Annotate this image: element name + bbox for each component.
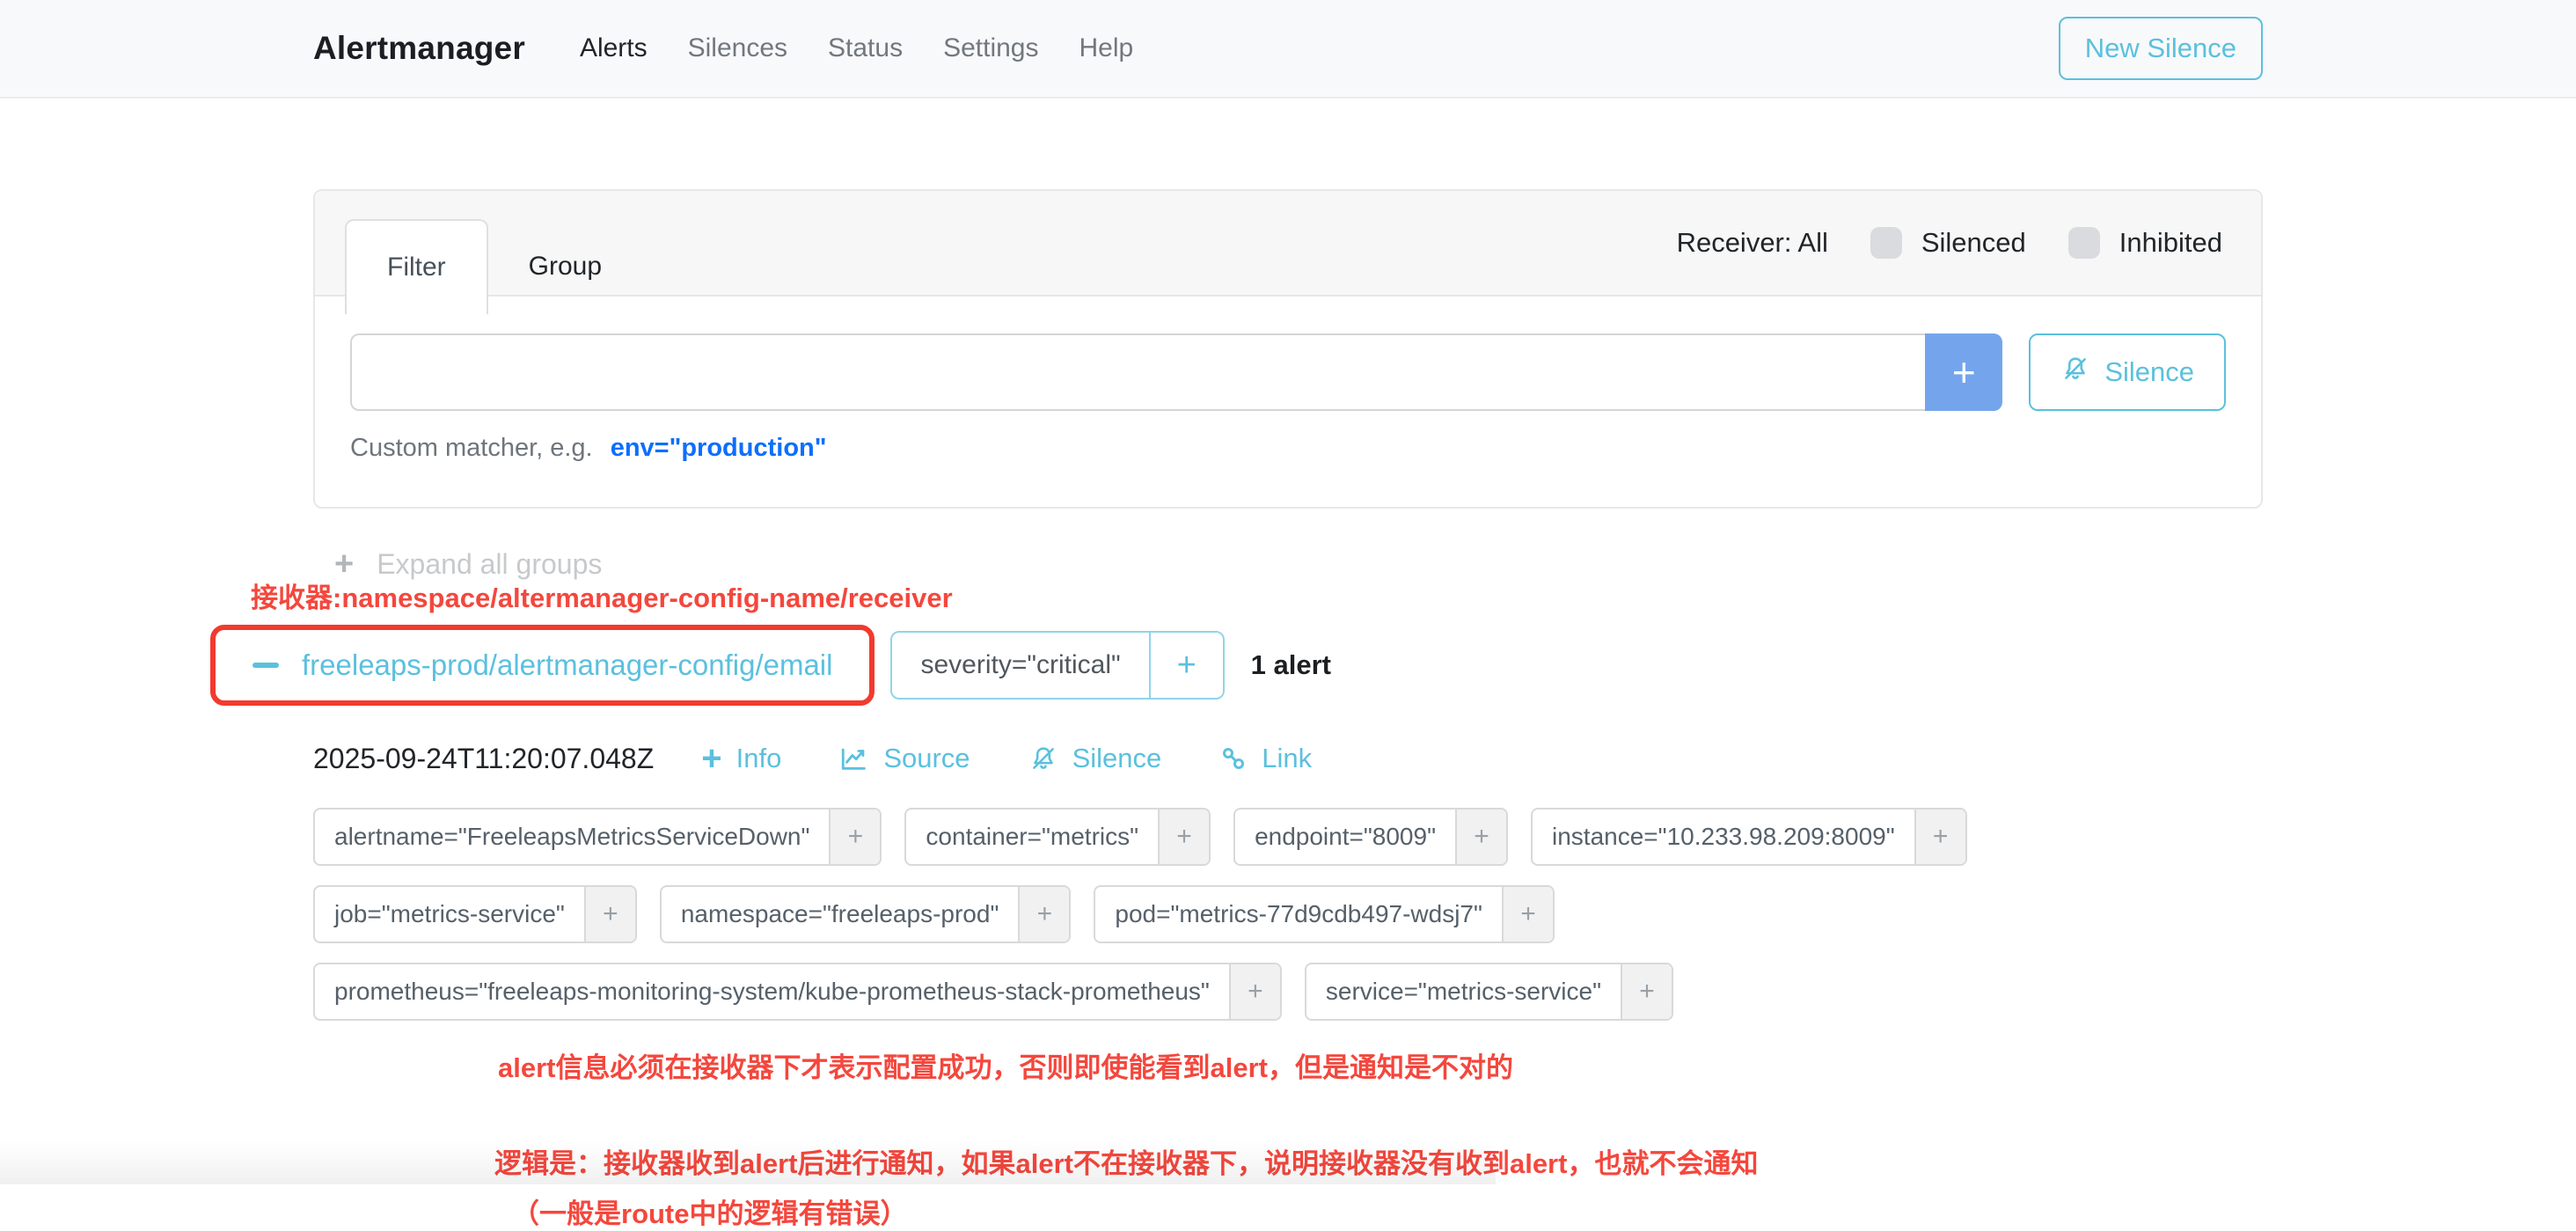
group-matcher-tag: severity="critical" + — [890, 631, 1224, 700]
label-filter-add-button[interactable]: + — [584, 887, 635, 942]
add-matcher-button[interactable]: + — [1925, 333, 2002, 411]
alert-silence-label: Silence — [1072, 743, 1162, 774]
label-tag-text: container="metrics" — [906, 810, 1158, 864]
alert-source-button[interactable]: Source — [839, 743, 970, 774]
matcher-input-group: + — [350, 333, 2002, 411]
label-tag-text: namespace="freeleaps-prod" — [662, 887, 1019, 942]
nav-item-silences[interactable]: Silences — [688, 33, 787, 63]
label-filter-add-button[interactable]: + — [1455, 810, 1506, 864]
annotation-note-2: 逻辑是：接收器收到alert后进行通知，如果alert不在接收器下，说明接收器没… — [494, 1141, 2263, 1181]
alert-count: 1 alert — [1251, 649, 1331, 681]
nav-item-status[interactable]: Status — [828, 33, 903, 63]
tab-filter[interactable]: Filter — [345, 219, 488, 314]
label-tag-text: pod="metrics-77d9cdb497-wdsj7" — [1095, 887, 1502, 942]
alert-link-button[interactable]: Link — [1219, 743, 1312, 774]
group-matcher-label: severity="critical" — [892, 633, 1148, 698]
link-icon — [1219, 744, 1248, 773]
silenced-checkbox[interactable]: Silenced — [1870, 227, 2026, 259]
silence-filter-label: Silence — [2104, 356, 2194, 388]
silenced-checkbox-label: Silenced — [1921, 227, 2026, 259]
alert-source-label: Source — [883, 743, 970, 774]
inhibited-checkbox-label: Inhibited — [2119, 227, 2222, 259]
alert-timestamp: 2025-09-24T11:20:07.048Z — [313, 743, 654, 775]
alert-labels: alertname="FreeleapsMetricsServiceDown" … — [313, 808, 2263, 1021]
matcher-example-link[interactable]: env="production" — [611, 434, 827, 462]
label-tag: service="metrics-service" + — [1305, 963, 1673, 1021]
annotation-highlight-box: freeleaps-prod/alertmanager-config/email — [210, 625, 875, 706]
label-tag-text: prometheus="freeleaps-monitoring-system/… — [315, 964, 1229, 1019]
label-tag: pod="metrics-77d9cdb497-wdsj7" + — [1094, 885, 1555, 943]
silence-filter-button[interactable]: Silence — [2029, 333, 2226, 411]
new-silence-button[interactable]: New Silence — [2059, 17, 2263, 80]
bell-slash-icon — [1028, 744, 1058, 773]
filter-card-body: + Silence Custom matcher, e.g. env="prod — [315, 297, 2261, 507]
checkbox-icon[interactable] — [1870, 227, 1902, 259]
annotation-note-1: alert信息必须在接收器下才表示配置成功，否则即使能看到alert，但是通知是… — [498, 1045, 2263, 1085]
matcher-hint-text: Custom matcher, e.g. — [350, 434, 593, 462]
group-matcher-add-button[interactable]: + — [1149, 633, 1223, 698]
filter-options: Receiver: All Silenced Inhibited — [1677, 227, 2231, 259]
tab-group[interactable]: Group — [488, 219, 642, 314]
label-tag: job="metrics-service" + — [313, 885, 637, 943]
label-tag: container="metrics" + — [904, 808, 1211, 866]
group-name: freeleaps-prod/alertmanager-config/email — [302, 648, 832, 682]
label-filter-add-button[interactable]: + — [1621, 964, 1672, 1019]
label-tag: alertname="FreeleapsMetricsServiceDown" … — [313, 808, 882, 866]
top-navbar: Alertmanager Alerts Silences Status Sett… — [0, 0, 2576, 99]
label-tag-text: service="metrics-service" — [1306, 964, 1621, 1019]
plus-icon: + — [701, 741, 721, 776]
inhibited-checkbox[interactable]: Inhibited — [2068, 227, 2222, 259]
app-brand[interactable]: Alertmanager — [313, 30, 525, 67]
main-nav: Alerts Silences Status Settings Help — [580, 33, 1133, 63]
chart-line-icon — [839, 744, 869, 773]
annotation-note-3: （一般是route中的逻辑有错误） — [512, 1191, 2263, 1231]
annotation-receiver-note: 接收器:namespace/altermanager-config-name/r… — [251, 575, 953, 615]
alert-info-label: Info — [736, 743, 782, 774]
label-filter-add-button[interactable]: + — [1502, 887, 1553, 942]
group-toggle-button[interactable]: freeleaps-prod/alertmanager-config/email — [219, 634, 866, 697]
nav-item-help[interactable]: Help — [1079, 33, 1134, 63]
label-tag: instance="10.233.98.209:8009" + — [1531, 808, 1967, 866]
main-content: Filter Group Receiver: All Silenced Inhi… — [313, 189, 2263, 1231]
filter-card: Filter Group Receiver: All Silenced Inhi… — [313, 189, 2263, 509]
label-tag: prometheus="freeleaps-monitoring-system/… — [313, 963, 1282, 1021]
label-tag-text: instance="10.233.98.209:8009" — [1533, 810, 1914, 864]
bell-slash-icon — [2060, 354, 2090, 391]
minus-icon — [252, 663, 279, 668]
alert-link-label: Link — [1262, 743, 1312, 774]
label-filter-add-button[interactable]: + — [1018, 887, 1069, 942]
alert-meta-row: 2025-09-24T11:20:07.048Z + Info Source — [313, 741, 2263, 776]
alert-silence-button[interactable]: Silence — [1028, 743, 1162, 774]
matcher-input[interactable] — [350, 333, 1925, 411]
checkbox-icon[interactable] — [2068, 227, 2100, 259]
label-tag: namespace="freeleaps-prod" + — [660, 885, 1072, 943]
groups-toolbar: + Expand all groups 接收器:namespace/alterm… — [313, 509, 2263, 625]
nav-item-settings[interactable]: Settings — [943, 33, 1038, 63]
label-tag-text: job="metrics-service" — [315, 887, 584, 942]
label-filter-add-button[interactable]: + — [1914, 810, 1965, 864]
label-filter-add-button[interactable]: + — [1158, 810, 1209, 864]
receiver-filter[interactable]: Receiver: All — [1677, 227, 1828, 259]
label-filter-add-button[interactable]: + — [829, 810, 880, 864]
alert-item: 2025-09-24T11:20:07.048Z + Info Source — [313, 741, 2263, 1231]
label-tag: endpoint="8009" + — [1233, 808, 1508, 866]
label-filter-add-button[interactable]: + — [1229, 964, 1280, 1019]
alert-group-row: freeleaps-prod/alertmanager-config/email… — [210, 625, 2263, 706]
alert-info-button[interactable]: + Info — [701, 741, 781, 776]
filter-card-header: Filter Group Receiver: All Silenced Inhi… — [315, 191, 2261, 297]
nav-item-alerts[interactable]: Alerts — [580, 33, 648, 63]
matcher-hint: Custom matcher, e.g. env="production" — [350, 434, 2226, 463]
label-tag-text: endpoint="8009" — [1235, 810, 1455, 864]
label-tag-text: alertname="FreeleapsMetricsServiceDown" — [315, 810, 829, 864]
